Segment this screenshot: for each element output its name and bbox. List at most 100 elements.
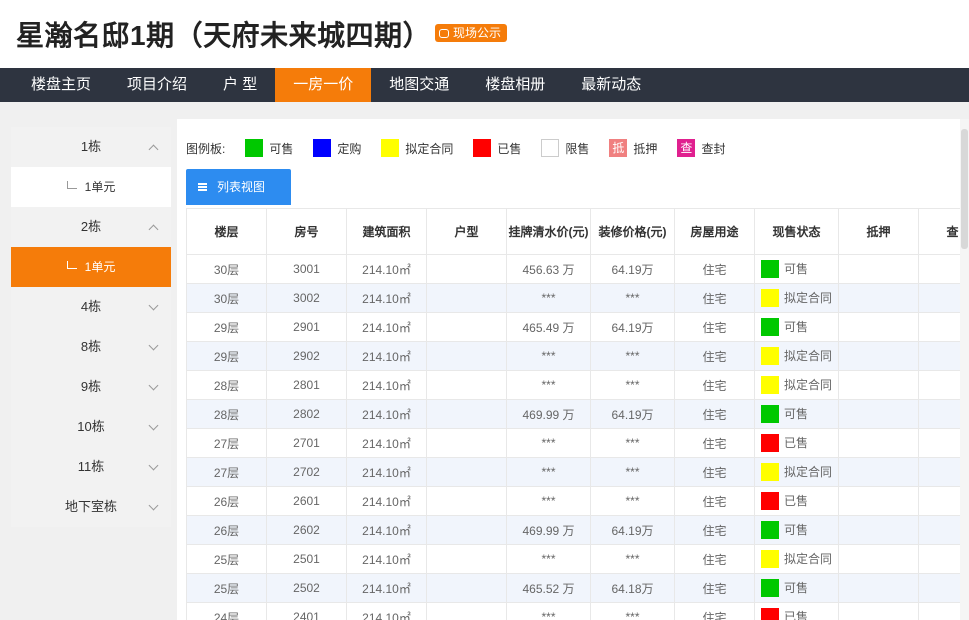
cell-deco: *** — [590, 602, 675, 620]
chevron-up-icon[interactable] — [148, 224, 159, 235]
sidebar-unit-item[interactable]: 1单元 — [11, 167, 171, 207]
cell-area: 214.10㎡ — [346, 312, 427, 342]
legend-item: 限售 — [541, 139, 589, 157]
cell-area: 214.10㎡ — [346, 399, 427, 429]
table-row[interactable]: 26层 2601 214.10㎡ *** *** 住宅 已售 — [186, 486, 969, 516]
cell-room: 2901 — [266, 312, 347, 342]
table-row[interactable]: 25层 2502 214.10㎡ 465.52 万 64.18万 住宅 可售 — [186, 573, 969, 603]
cell-floor: 29层 — [186, 312, 267, 342]
cell-deco: 64.19万 — [590, 312, 675, 342]
cell-price: *** — [506, 370, 591, 400]
cell-status: 可售 — [754, 399, 839, 429]
cell-use: 住宅 — [674, 370, 755, 400]
badge-label: 现场公示 — [453, 26, 502, 40]
status-swatch — [761, 318, 779, 337]
nav-item[interactable]: 最新动态 — [563, 68, 659, 102]
chevron-down-icon[interactable] — [148, 340, 159, 351]
cell-floor: 26层 — [186, 515, 267, 545]
cell-mortgage — [838, 370, 919, 400]
cell-layout — [426, 544, 507, 574]
table-row[interactable]: 27层 2702 214.10㎡ *** *** 住宅 拟定合同 — [186, 457, 969, 487]
chevron-up-icon[interactable] — [148, 144, 159, 155]
chevron-down-icon[interactable] — [148, 460, 159, 471]
cell-use: 住宅 — [674, 254, 755, 284]
scrollbar[interactable] — [960, 119, 969, 620]
table-row[interactable]: 30层 3001 214.10㎡ 456.63 万 64.19万 住宅 可售 — [186, 254, 969, 284]
sidebar-item-label: 11栋 — [77, 459, 105, 474]
sidebar-building-item[interactable]: 8栋 — [11, 327, 171, 367]
table-row[interactable]: 25层 2501 214.10㎡ *** *** 住宅 拟定合同 — [186, 544, 969, 574]
cell-use: 住宅 — [674, 515, 755, 545]
chevron-down-icon[interactable] — [148, 420, 159, 431]
unit-table-wrapper: 楼层 房号 建筑面积 户型 挂牌清水价(元) 装修价格(元) 房屋用途 现售状态 抵押查 30层… — [186, 208, 969, 620]
cell-deco: *** — [590, 283, 675, 313]
table-row[interactable]: 28层 2801 214.10㎡ *** *** 住宅 拟定合同 — [186, 370, 969, 400]
sidebar-item-label: 2栋 — [80, 219, 102, 234]
cell-floor: 28层 — [186, 399, 267, 429]
list-view-button[interactable]: 列表视图 — [186, 169, 291, 205]
cell-mortgage — [838, 399, 919, 429]
chevron-down-icon[interactable] — [148, 380, 159, 391]
cell-room: 2501 — [266, 544, 347, 574]
status-label: 拟定合同 — [784, 348, 833, 363]
nav-item[interactable]: 地图交通 — [371, 68, 467, 102]
column-header: 现售状态 — [754, 208, 839, 255]
status-swatch — [761, 289, 779, 308]
status-label: 可售 — [784, 319, 809, 334]
cell-price: *** — [506, 457, 591, 487]
cell-mortgage — [838, 283, 919, 313]
status-label: 已售 — [784, 609, 809, 620]
sidebar-building-item[interactable]: 9栋 — [11, 367, 171, 407]
table-row[interactable]: 29层 2902 214.10㎡ *** *** 住宅 拟定合同 — [186, 341, 969, 371]
sidebar-building-item[interactable]: 1栋 — [11, 127, 171, 167]
table-row[interactable]: 27层 2701 214.10㎡ *** *** 住宅 已售 — [186, 428, 969, 458]
cell-room: 2801 — [266, 370, 347, 400]
sidebar-item-label: 9栋 — [80, 379, 102, 394]
sidebar-building-item[interactable]: 4栋 — [11, 287, 171, 327]
table-row[interactable]: 28层 2802 214.10㎡ 469.99 万 64.19万 住宅 可售 — [186, 399, 969, 429]
nav-item[interactable]: 楼盘相册 — [467, 68, 563, 102]
sidebar-building-item[interactable]: 地下室栋 — [11, 487, 171, 527]
cell-price: *** — [506, 602, 591, 620]
cell-price: 469.99 万 — [506, 399, 591, 429]
cell-layout — [426, 283, 507, 313]
table-row[interactable]: 26层 2602 214.10㎡ 469.99 万 64.19万 住宅 可售 — [186, 515, 969, 545]
unit-price-table: 楼层 房号 建筑面积 户型 挂牌清水价(元) 装修价格(元) 房屋用途 现售状态 抵押查 30层… — [186, 208, 969, 620]
page-header: 星瀚名邸1期（天府未来城四期） 现场公示 — [0, 0, 969, 68]
column-header: 装修价格(元) — [590, 208, 675, 255]
sidebar-building-item[interactable]: 10栋 — [11, 407, 171, 447]
column-header: 楼层 — [186, 208, 267, 255]
sidebar-unit-item[interactable]: 1单元 — [11, 247, 171, 287]
cell-mortgage — [838, 602, 919, 620]
cell-use: 住宅 — [674, 544, 755, 574]
cell-area: 214.10㎡ — [346, 370, 427, 400]
cell-deco: *** — [590, 341, 675, 371]
nav-item[interactable]: 楼盘主页 — [0, 68, 109, 102]
table-row[interactable]: 24层 2401 214.10㎡ *** *** 住宅 已售 — [186, 602, 969, 620]
cell-status: 拟定合同 — [754, 283, 839, 313]
legend-item: 查查封 — [677, 139, 725, 157]
cell-status: 拟定合同 — [754, 341, 839, 371]
cell-layout — [426, 573, 507, 603]
column-header: 挂牌清水价(元) — [506, 208, 591, 255]
status-label: 可售 — [784, 406, 809, 421]
cell-mortgage — [838, 428, 919, 458]
status-swatch — [761, 260, 779, 279]
table-row[interactable]: 30层 3002 214.10㎡ *** *** 住宅 拟定合同 — [186, 283, 969, 313]
nav-item[interactable]: 户 型 — [205, 68, 275, 102]
chevron-down-icon[interactable] — [148, 500, 159, 511]
scrollbar-thumb[interactable] — [961, 129, 968, 249]
cell-area: 214.10㎡ — [346, 602, 427, 620]
nav-item[interactable]: 项目介绍 — [109, 68, 205, 102]
legend-swatch — [313, 139, 332, 157]
status-swatch — [761, 347, 779, 366]
nav-item[interactable]: 一房一价 — [275, 68, 372, 102]
sidebar-building-item[interactable]: 11栋 — [11, 447, 171, 487]
sidebar-building-item[interactable]: 2栋 — [11, 207, 171, 247]
legend-label: 限售 — [565, 141, 590, 156]
status-label: 可售 — [784, 522, 809, 537]
cell-layout — [426, 254, 507, 284]
chevron-down-icon[interactable] — [148, 300, 159, 311]
onsite-notice-badge[interactable]: 现场公示 — [435, 24, 508, 42]
table-row[interactable]: 29层 2901 214.10㎡ 465.49 万 64.19万 住宅 可售 — [186, 312, 969, 342]
